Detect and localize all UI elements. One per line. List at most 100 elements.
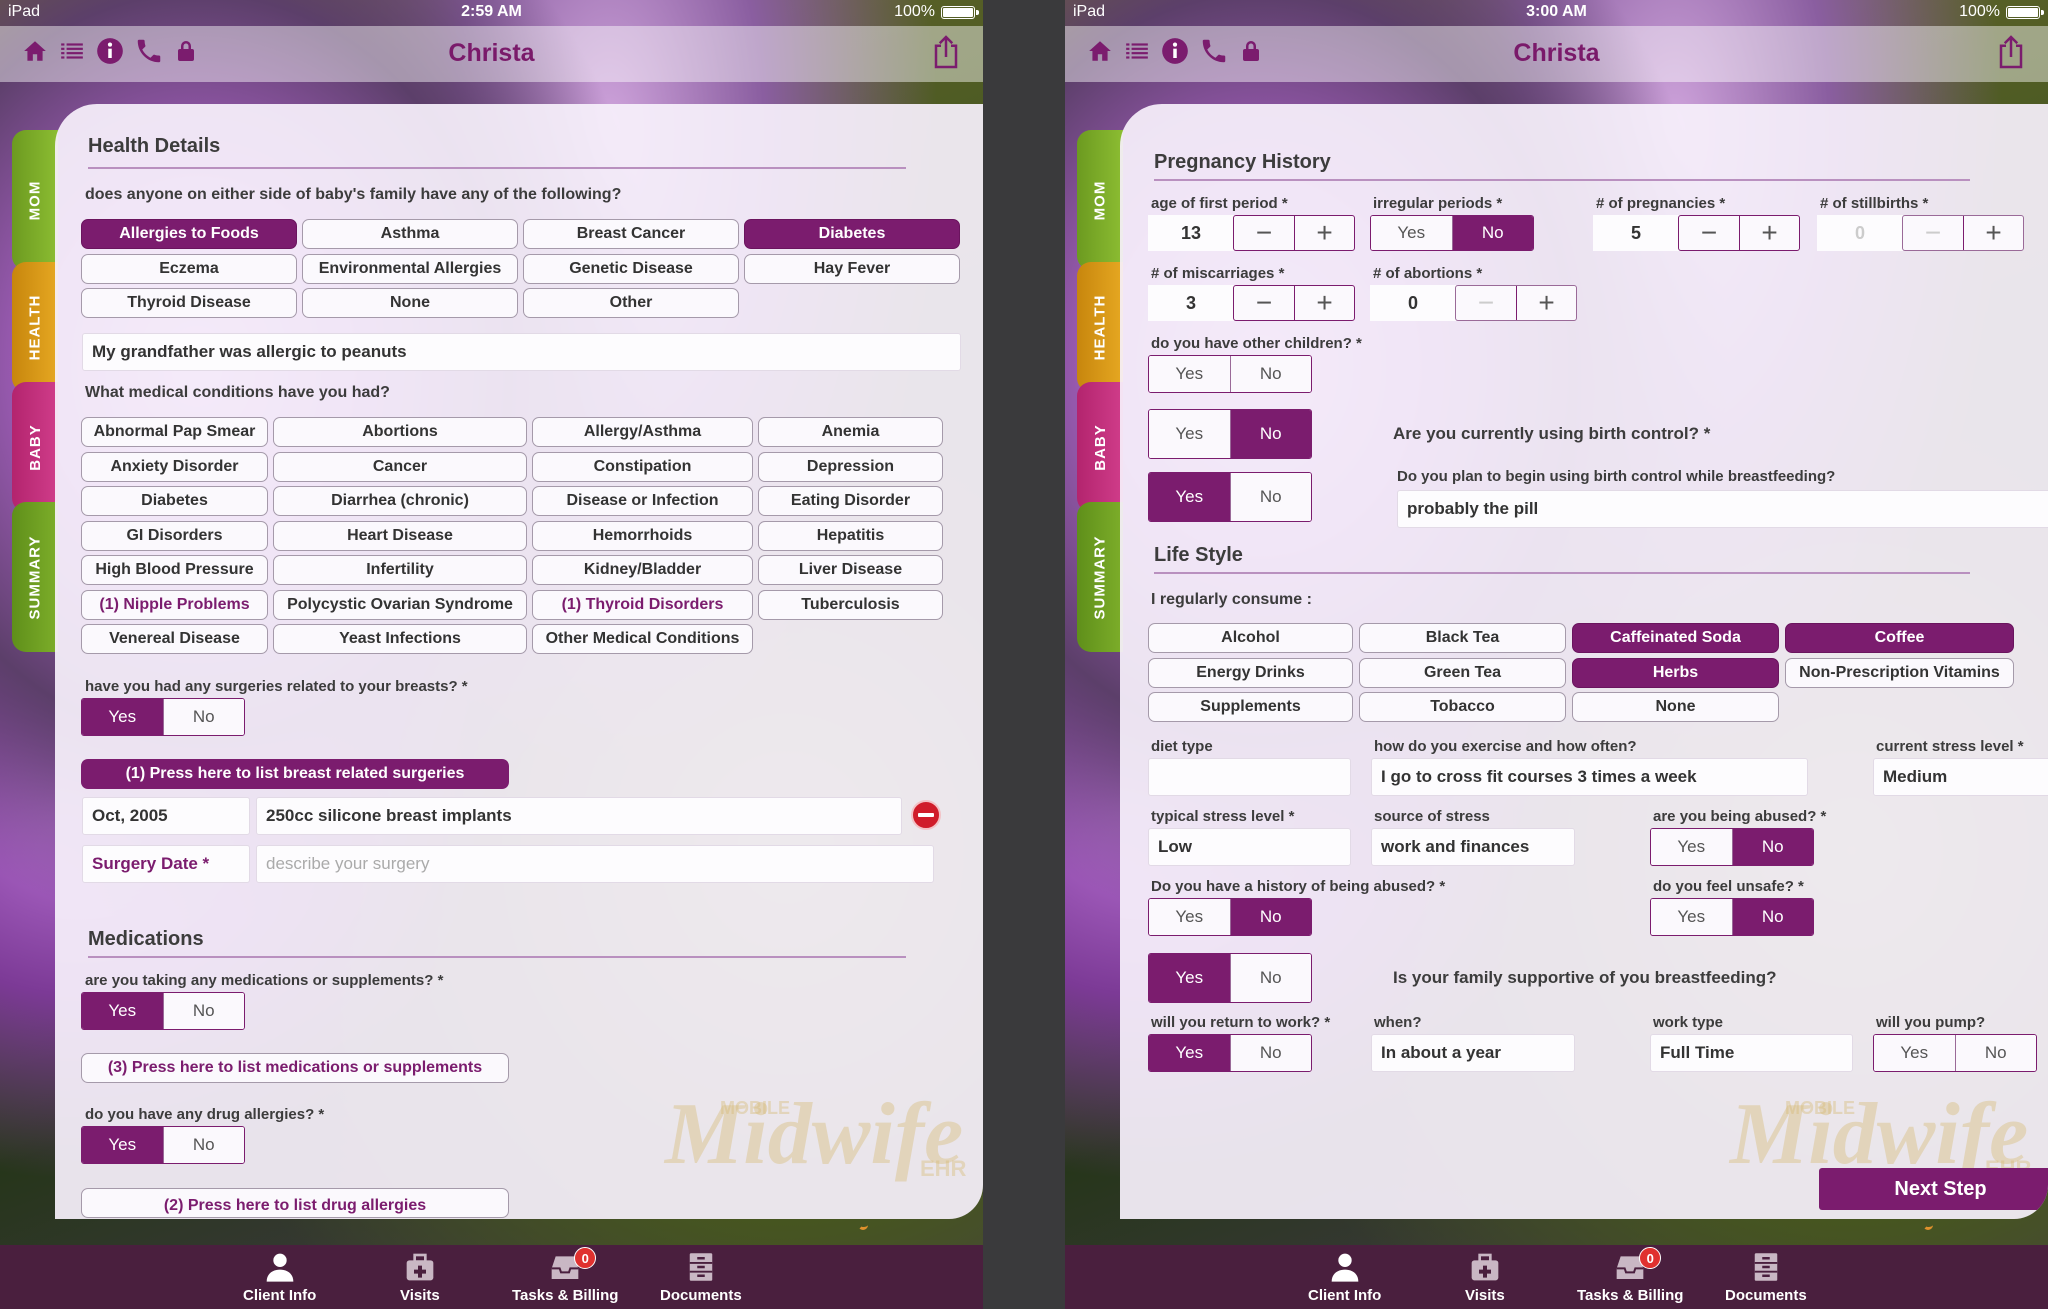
tab-baby[interactable]: BABY xyxy=(12,382,58,512)
minus-icon[interactable]: − xyxy=(1903,216,1963,250)
consume-option[interactable]: Green Tea xyxy=(1359,657,1566,688)
no-option[interactable]: No xyxy=(1229,473,1311,521)
medical-condition-option[interactable]: Diabetes xyxy=(81,486,268,516)
no-option[interactable]: No xyxy=(1731,899,1813,935)
surgery-description-field[interactable]: describe your surgery xyxy=(256,845,934,883)
stillbirths-value[interactable]: 0 xyxy=(1817,215,1903,251)
yes-option[interactable]: Yes xyxy=(82,699,163,735)
family-history-option[interactable]: Other xyxy=(523,288,739,318)
medical-condition-option[interactable]: Anxiety Disorder xyxy=(81,451,268,482)
medical-condition-option[interactable]: Disease or Infection xyxy=(532,486,753,516)
tab-tasks-billing[interactable]: 0 Tasks & Billing xyxy=(1577,1247,1683,1304)
plus-icon[interactable]: + xyxy=(1294,216,1354,250)
yes-option[interactable]: Yes xyxy=(1874,1035,1955,1071)
yes-option[interactable]: Yes xyxy=(1149,954,1230,1002)
pregnancies-value[interactable]: 5 xyxy=(1593,215,1679,251)
tab-documents[interactable]: Documents xyxy=(1725,1251,1807,1304)
family-history-option[interactable]: Diabetes xyxy=(744,219,960,249)
medical-condition-option[interactable]: Abortions xyxy=(273,417,527,447)
tab-mom[interactable]: MOM xyxy=(12,130,58,270)
surgery-date-input[interactable]: Oct, 2005 xyxy=(82,797,250,835)
consume-option[interactable]: Herbs xyxy=(1572,657,1779,688)
tab-summary[interactable]: SUMMARY xyxy=(12,502,58,652)
yes-option[interactable]: Yes xyxy=(1149,899,1230,935)
no-option[interactable]: No xyxy=(162,993,244,1029)
medical-condition-option[interactable]: Kidney/Bladder xyxy=(532,555,753,585)
medical-condition-option[interactable]: Eating Disorder xyxy=(758,486,943,516)
medical-condition-option[interactable]: Depression xyxy=(758,451,943,482)
medical-condition-option[interactable]: Hemorrhoids xyxy=(532,520,753,551)
medical-condition-option[interactable]: (1) Nipple Problems xyxy=(81,589,268,620)
abortions-value[interactable]: 0 xyxy=(1370,285,1456,321)
consume-option[interactable]: Non-Prescription Vitamins xyxy=(1785,657,2014,688)
consume-option[interactable]: Supplements xyxy=(1148,692,1353,722)
plus-icon[interactable]: + xyxy=(1294,286,1354,320)
yes-option[interactable]: Yes xyxy=(1149,1035,1230,1071)
minus-icon[interactable]: − xyxy=(1234,286,1294,320)
tab-tasks-billing[interactable]: 0 Tasks & Billing xyxy=(512,1247,618,1304)
medical-condition-option[interactable]: (1) Thyroid Disorders xyxy=(532,589,753,620)
family-history-option[interactable]: Eczema xyxy=(81,253,297,284)
yes-option[interactable]: Yes xyxy=(1371,216,1452,250)
family-history-option[interactable]: Genetic Disease xyxy=(523,253,739,284)
no-option[interactable]: No xyxy=(1229,410,1311,458)
no-option[interactable]: No xyxy=(162,1127,244,1163)
medical-condition-option[interactable]: Diarrhea (chronic) xyxy=(273,486,527,516)
list-medications-button[interactable]: (3) Press here to list medications or su… xyxy=(81,1053,509,1083)
delete-surgery-icon[interactable] xyxy=(911,800,941,830)
family-history-option[interactable]: None xyxy=(302,288,518,318)
consume-option[interactable]: None xyxy=(1572,692,1779,722)
consume-option[interactable]: Black Tea xyxy=(1359,623,1566,653)
surgery-description-input[interactable]: 250cc silicone breast implants xyxy=(256,797,902,835)
consume-option[interactable]: Coffee xyxy=(1785,623,2014,653)
medical-condition-option[interactable]: Polycystic Ovarian Syndrome xyxy=(273,589,527,620)
list-breast-surgeries-button[interactable]: (1) Press here to list breast related su… xyxy=(81,759,509,789)
return-when-input[interactable]: In about a year xyxy=(1371,1034,1575,1072)
no-option[interactable]: No xyxy=(162,699,244,735)
no-option[interactable]: No xyxy=(1954,1035,2036,1071)
medical-condition-option[interactable]: GI Disorders xyxy=(81,520,268,551)
no-option[interactable]: No xyxy=(1229,356,1311,392)
consume-option[interactable]: Tobacco xyxy=(1359,692,1566,722)
tab-summary[interactable]: SUMMARY xyxy=(1077,502,1123,652)
tab-health[interactable]: HEALTH xyxy=(12,262,58,392)
medical-condition-option[interactable]: Abnormal Pap Smear xyxy=(81,417,268,447)
yes-option[interactable]: Yes xyxy=(82,993,163,1029)
family-history-option[interactable]: Asthma xyxy=(302,219,518,249)
next-step-button[interactable]: Next Step xyxy=(1819,1168,2048,1210)
yes-option[interactable]: Yes xyxy=(1149,356,1230,392)
family-history-option[interactable]: Thyroid Disease xyxy=(81,288,297,318)
yes-option[interactable]: Yes xyxy=(1149,473,1230,521)
minus-icon[interactable]: − xyxy=(1234,216,1294,250)
typical-stress-input[interactable]: Low xyxy=(1148,828,1351,866)
minus-icon[interactable]: − xyxy=(1456,286,1516,320)
diet-type-input[interactable] xyxy=(1148,758,1351,796)
minus-icon[interactable]: − xyxy=(1679,216,1739,250)
medical-condition-option[interactable]: Constipation xyxy=(532,451,753,482)
yes-option[interactable]: Yes xyxy=(1149,410,1230,458)
consume-option[interactable]: Energy Drinks xyxy=(1148,657,1353,688)
birth-control-plan-input[interactable]: probably the pill xyxy=(1397,490,2048,528)
tab-baby[interactable]: BABY xyxy=(1077,382,1123,512)
tab-health[interactable]: HEALTH xyxy=(1077,262,1123,392)
yes-option[interactable]: Yes xyxy=(1651,829,1732,865)
share-icon[interactable] xyxy=(931,34,961,75)
yes-option[interactable]: Yes xyxy=(82,1127,163,1163)
no-option[interactable]: No xyxy=(1229,1035,1311,1071)
medical-condition-option[interactable]: Liver Disease xyxy=(758,555,943,585)
consume-option[interactable]: Caffeinated Soda xyxy=(1572,623,1779,653)
stress-source-input[interactable]: work and finances xyxy=(1371,828,1575,866)
medical-condition-option[interactable]: Anemia xyxy=(758,417,943,447)
miscarriages-value[interactable]: 3 xyxy=(1148,285,1234,321)
medical-condition-option[interactable]: Other Medical Conditions xyxy=(532,624,753,654)
medical-condition-option[interactable]: Infertility xyxy=(273,555,527,585)
family-history-option[interactable]: Allergies to Foods xyxy=(81,219,297,249)
no-option[interactable]: No xyxy=(1229,899,1311,935)
exercise-input[interactable]: I go to cross fit courses 3 times a week xyxy=(1371,758,1808,796)
consume-option[interactable]: Alcohol xyxy=(1148,623,1353,653)
plus-icon[interactable]: + xyxy=(1963,216,2023,250)
tab-visits[interactable]: Visits xyxy=(1465,1251,1505,1304)
medical-condition-option[interactable]: Allergy/Asthma xyxy=(532,417,753,447)
family-history-option[interactable]: Environmental Allergies xyxy=(302,253,518,284)
share-icon[interactable] xyxy=(1996,34,2026,75)
